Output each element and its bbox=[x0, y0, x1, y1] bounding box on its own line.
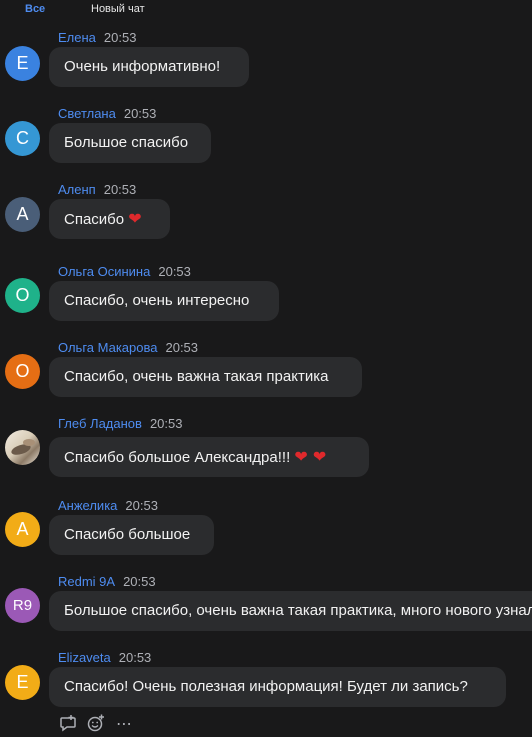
message-bubble[interactable]: Спасибо ❤ bbox=[49, 199, 170, 239]
avatar[interactable]: Е bbox=[5, 46, 40, 81]
author-name[interactable]: Elizaveta bbox=[58, 650, 111, 665]
message-time: 20:53 bbox=[125, 498, 158, 513]
message-bubble[interactable]: Большое спасибо, очень важна такая практ… bbox=[49, 591, 532, 631]
message-meta: Redmi 9A 20:53 bbox=[58, 574, 156, 589]
emoji-add-icon-svg bbox=[87, 714, 104, 732]
chat-message: А Анжелика 20:53 Спасибо большое bbox=[0, 496, 532, 566]
message-meta: Светлана 20:53 bbox=[58, 106, 156, 121]
tab-new-chat[interactable]: Новый чат bbox=[91, 3, 145, 15]
message-meta: Ольга Макарова 20:53 bbox=[58, 340, 198, 355]
avatar[interactable]: С bbox=[5, 121, 40, 156]
chat-tabs: Все Новый чат bbox=[0, 0, 532, 20]
author-name[interactable]: Елена bbox=[58, 30, 96, 45]
message-time: 20:53 bbox=[165, 340, 199, 355]
message-bubble[interactable]: Большое спасибо bbox=[49, 123, 211, 163]
avatar[interactable]: E bbox=[5, 665, 40, 700]
message-bubble[interactable]: Спасибо большое bbox=[49, 515, 214, 555]
author-name[interactable]: Ольга Осинина bbox=[58, 264, 150, 279]
message-bubble[interactable]: Спасибо! Очень полезная информация! Буде… bbox=[49, 667, 506, 707]
message-time: 20:53 bbox=[149, 416, 183, 431]
message-time: 20:53 bbox=[118, 650, 152, 665]
message-meta: Елена 20:53 bbox=[58, 30, 136, 45]
avatar[interactable]: А bbox=[5, 197, 40, 232]
avatar-photo[interactable] bbox=[5, 430, 40, 465]
chat-message: А Аленп 20:53 Спасибо ❤ bbox=[0, 180, 532, 250]
message-bubble[interactable]: Спасибо большое Александра!!! ❤ ❤ bbox=[49, 437, 369, 477]
message-bubble[interactable]: Спасибо, очень важна такая практика bbox=[49, 357, 362, 397]
message-text: Спасибо bbox=[64, 211, 125, 228]
message-text: Спасибо, очень важна такая практика bbox=[64, 368, 329, 385]
message-text: Спасибо, очень интересно bbox=[64, 292, 250, 309]
message-text: Большое спасибо bbox=[64, 134, 189, 151]
message-text: Спасибо большое Александра!!! bbox=[64, 449, 291, 466]
chat-message: С Светлана 20:53 Большое спасибо bbox=[0, 104, 532, 174]
message-text: Большое спасибо, очень важна такая практ… bbox=[64, 602, 532, 619]
author-name[interactable]: Глеб Ладанов bbox=[58, 416, 142, 431]
author-name[interactable]: Redmi 9A bbox=[58, 574, 115, 589]
message-meta: Elizaveta 20:53 bbox=[58, 650, 151, 665]
message-text: Спасибо! Очень полезная информация! Буде… bbox=[64, 678, 468, 695]
avatar[interactable]: А bbox=[5, 512, 40, 547]
message-meta: Ольга Осинина 20:53 bbox=[58, 264, 191, 279]
chat-message: E Elizaveta 20:53 Спасибо! Очень полезная… bbox=[0, 648, 532, 718]
author-name[interactable]: Анжелика bbox=[58, 498, 117, 513]
chat-message: Е Елена 20:53 Очень информативно! bbox=[0, 28, 532, 98]
avatar[interactable]: R9 bbox=[5, 588, 40, 623]
tab-all[interactable]: Все bbox=[25, 3, 45, 15]
author-name[interactable]: Ольга Макарова bbox=[58, 340, 157, 355]
message-meta: Аленп 20:53 bbox=[58, 182, 136, 197]
avatar[interactable]: О bbox=[5, 354, 40, 389]
reply-icon[interactable] bbox=[58, 714, 78, 734]
chat-window: Все Новый чат Е Елена 20:53 Очень информа… bbox=[0, 0, 532, 737]
message-bubble[interactable]: Очень информативно! bbox=[49, 47, 249, 87]
avatar[interactable]: О bbox=[5, 278, 40, 313]
message-time: 20:53 bbox=[103, 30, 137, 45]
reply-icon-svg bbox=[60, 715, 76, 732]
heart-icon: ❤ bbox=[128, 209, 142, 228]
chat-message: R9 Redmi 9A 20:53 Большое спасибо, очень … bbox=[0, 572, 532, 642]
chat-message: О Ольга Осинина 20:53 Спасибо, очень инте… bbox=[0, 262, 532, 332]
message-meta: Глеб Ладанов 20:53 bbox=[58, 416, 182, 431]
more-icon[interactable]: ⋯ bbox=[114, 714, 134, 734]
message-meta: Анжелика 20:53 bbox=[58, 498, 158, 513]
heart-icon: ❤ ❤ bbox=[294, 447, 327, 466]
message-bubble[interactable]: Спасибо, очень интересно bbox=[49, 281, 279, 321]
photo-detail bbox=[23, 439, 35, 446]
message-time: 20:53 bbox=[158, 264, 191, 279]
message-time: 20:53 bbox=[103, 182, 137, 197]
emoji-add-icon[interactable] bbox=[86, 714, 106, 734]
author-name[interactable]: Аленп bbox=[58, 182, 96, 197]
chat-message: Глеб Ладанов 20:53 Спасибо большое Алекса… bbox=[0, 414, 532, 484]
chat-message: О Ольга Макарова 20:53 Спасибо, очень важ… bbox=[0, 338, 532, 408]
message-text: Спасибо большое bbox=[64, 526, 191, 543]
message-time: 20:53 bbox=[123, 574, 156, 589]
message-time: 20:53 bbox=[123, 106, 157, 121]
author-name[interactable]: Светлана bbox=[58, 106, 116, 121]
message-text: Очень информативно! bbox=[64, 58, 221, 75]
